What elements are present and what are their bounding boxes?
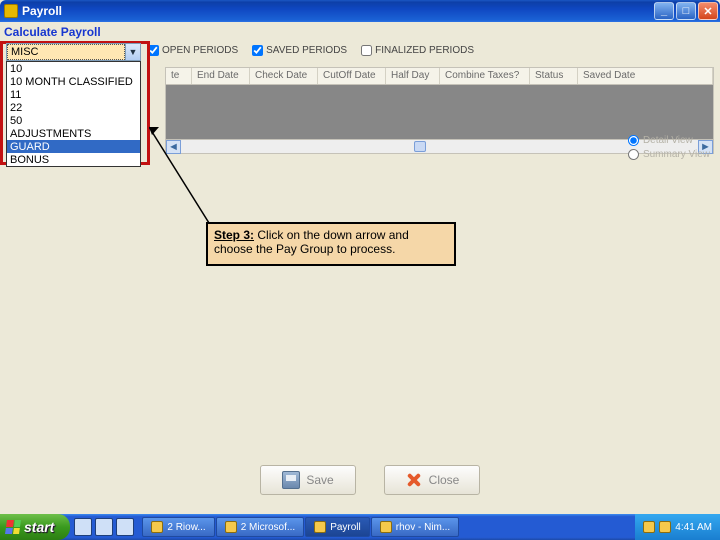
view-mode-radios: Detail View Summary View: [628, 133, 710, 161]
window-close-button[interactable]: ✕: [698, 2, 718, 20]
saved-periods-checkbox[interactable]: SAVED PERIODS: [252, 45, 347, 56]
instruction-step: Step 3:: [214, 228, 254, 242]
paygroup-option[interactable]: 22: [7, 101, 140, 114]
scroll-track[interactable]: [181, 140, 698, 153]
quick-launch-icon[interactable]: [95, 518, 113, 536]
summary-view-label: Summary View: [643, 149, 710, 160]
tray-icon[interactable]: [659, 521, 671, 533]
chevron-down-icon[interactable]: ▼: [125, 44, 140, 60]
titlebar: Payroll _ □ ✕: [0, 0, 720, 22]
minimize-button[interactable]: _: [654, 2, 674, 20]
period-filters: OPEN PERIODS SAVED PERIODS FINALIZED PER…: [148, 45, 474, 56]
paygroup-selected: MISC: [7, 44, 125, 60]
summary-view-radio[interactable]: Summary View: [628, 147, 710, 161]
quick-launch-icon[interactable]: [74, 518, 92, 536]
callout-arrow: [149, 125, 229, 225]
taskbar-item-label: 2 Microsof...: [241, 522, 295, 533]
windows-logo-icon: [5, 520, 21, 534]
col-te: te: [166, 68, 192, 84]
col-half-day: Half Day: [386, 68, 440, 84]
system-tray: 4:41 AM: [635, 514, 720, 540]
paygroup-dropdown-list: 10 10 MONTH CLASSIFIED 11 22 50 ADJUSTME…: [6, 61, 141, 167]
detail-view-label: Detail View: [643, 135, 693, 146]
taskbar-item[interactable]: 2 Microsof...: [216, 517, 304, 537]
taskbar-item[interactable]: rhov - Nim...: [371, 517, 459, 537]
finalized-periods-label: FINALIZED PERIODS: [375, 45, 474, 56]
detail-view-radio[interactable]: Detail View: [628, 133, 710, 147]
col-check-date: Check Date: [250, 68, 318, 84]
start-button[interactable]: start: [0, 514, 70, 540]
col-saved-date: Saved Date: [578, 68, 713, 84]
app-icon: [4, 4, 18, 18]
quick-launch-icon[interactable]: [116, 518, 134, 536]
taskbar-buttons: 2 Riow... 2 Microsof... Payroll rhov - N…: [142, 517, 635, 537]
paygroup-option[interactable]: BONUS: [7, 153, 140, 166]
save-icon: [282, 471, 300, 489]
save-button-label: Save: [306, 473, 333, 487]
app-icon: [380, 521, 392, 533]
open-periods-label: OPEN PERIODS: [162, 45, 238, 56]
taskbar-item-label: Payroll: [330, 522, 361, 533]
content-area: OPEN PERIODS SAVED PERIODS FINALIZED PER…: [0, 45, 720, 515]
taskbar-item[interactable]: 2 Riow...: [142, 517, 214, 537]
col-end-date: End Date: [192, 68, 250, 84]
clock: 4:41 AM: [675, 522, 712, 533]
action-buttons: Save Close: [260, 465, 480, 495]
paygroup-option[interactable]: ADJUSTMENTS: [7, 127, 140, 140]
app-icon: [314, 521, 326, 533]
col-cutoff-date: CutOff Date: [318, 68, 386, 84]
finalized-periods-checkbox[interactable]: FINALIZED PERIODS: [361, 45, 474, 56]
app-icon: [225, 521, 237, 533]
paygroup-option[interactable]: 50: [7, 114, 140, 127]
col-status: Status: [530, 68, 578, 84]
close-button-label: Close: [429, 473, 460, 487]
open-periods-checkbox[interactable]: OPEN PERIODS: [148, 45, 238, 56]
taskbar-item-active[interactable]: Payroll: [305, 517, 370, 537]
maximize-button[interactable]: □: [676, 2, 696, 20]
paygroup-option[interactable]: GUARD: [7, 140, 140, 153]
paygroup-dropdown[interactable]: MISC ▼: [6, 43, 141, 61]
window-controls: _ □ ✕: [654, 2, 718, 20]
tray-icon[interactable]: [643, 521, 655, 533]
quick-launch: [74, 518, 134, 536]
app-window: Payroll _ □ ✕ Calculate Payroll OPEN PER…: [0, 0, 720, 540]
instruction-callout: Step 3: Click on the down arrow and choo…: [206, 222, 456, 266]
paygroup-option[interactable]: 10: [7, 62, 140, 75]
grid-header: te End Date Check Date CutOff Date Half …: [165, 67, 714, 85]
col-combine-taxes: Combine Taxes?: [440, 68, 530, 84]
app-icon: [151, 521, 163, 533]
grid-body: [165, 85, 714, 139]
window-title: Payroll: [22, 4, 654, 18]
scroll-thumb[interactable]: [414, 141, 426, 152]
save-button[interactable]: Save: [260, 465, 356, 495]
close-button[interactable]: Close: [384, 465, 480, 495]
start-label: start: [24, 519, 54, 535]
close-icon: [405, 471, 423, 489]
taskbar: start 2 Riow... 2 Microsof... Payroll rh…: [0, 514, 720, 540]
paygroup-option[interactable]: 10 MONTH CLASSIFIED: [7, 75, 140, 88]
saved-periods-label: SAVED PERIODS: [266, 45, 347, 56]
paygroup-option[interactable]: 11: [7, 88, 140, 101]
taskbar-item-label: rhov - Nim...: [396, 522, 450, 533]
taskbar-item-label: 2 Riow...: [167, 522, 205, 533]
